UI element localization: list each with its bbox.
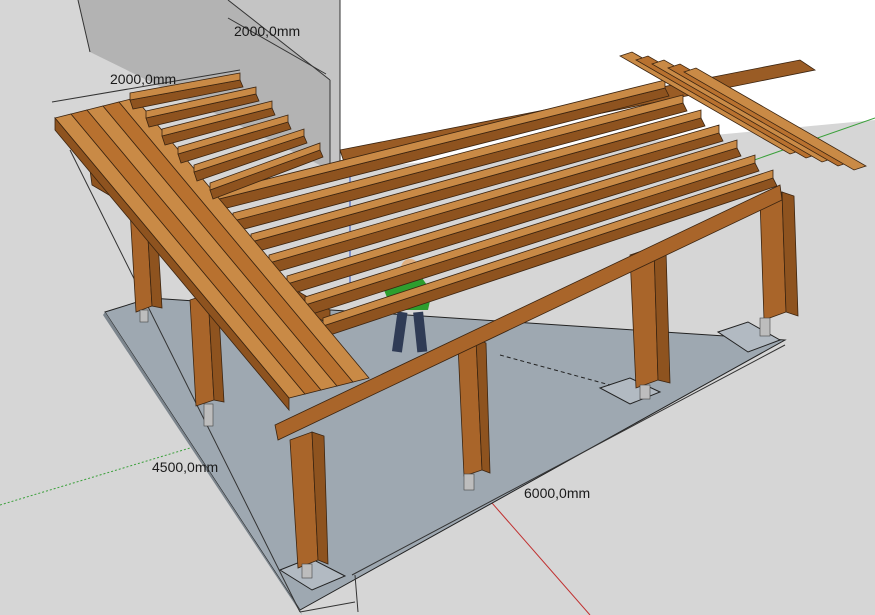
- dimension-label-left: 4500,0mm: [152, 459, 218, 475]
- pergola-3d-model[interactable]: 2000,0mm 2000,0mm 4500,0mm 6000,0mm: [0, 0, 875, 615]
- dimension-label-top-left: 2000,0mm: [110, 71, 176, 87]
- post: [759, 191, 799, 337]
- sketchup-viewport[interactable]: 2000,0mm 2000,0mm 4500,0mm 6000,0mm: [0, 0, 875, 615]
- dimension-label-bottom: 6000,0mm: [524, 485, 590, 501]
- dimension-label-top-upper: 2000,0mm: [234, 23, 300, 39]
